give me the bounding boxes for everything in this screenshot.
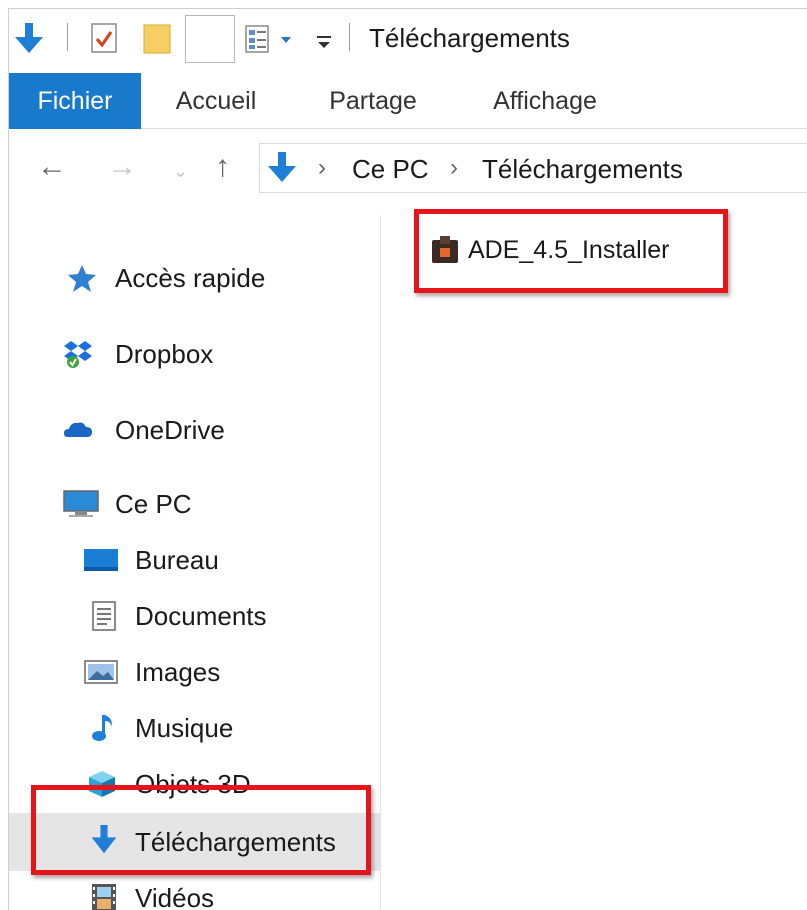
dropbox-icon <box>64 341 92 368</box>
breadcrumb-telechargements[interactable]: Téléchargements <box>482 154 683 185</box>
download-arrow-icon <box>15 23 43 53</box>
address-bar[interactable]: › Ce PC › Téléchargements <box>259 143 807 193</box>
nav-item-images[interactable]: Images <box>9 645 381 701</box>
download-arrow-icon <box>91 825 117 854</box>
tab-fichier[interactable]: Fichier <box>9 73 141 129</box>
cloud-icon <box>64 422 92 437</box>
nav-item-musique[interactable]: Musique <box>9 701 381 757</box>
cube-3d-icon <box>89 771 115 797</box>
nav-item-objets-3d[interactable]: Objets 3D <box>9 757 381 813</box>
forward-arrow-icon[interactable]: → <box>107 147 137 187</box>
nav-item-telechargements[interactable]: Téléchargements <box>9 813 381 871</box>
desktop-folder-icon <box>84 549 118 571</box>
tab-partage[interactable]: Partage <box>301 73 445 129</box>
breadcrumb-separator: › <box>450 154 458 181</box>
customize-toolbar-icon[interactable] <box>315 33 333 51</box>
back-arrow-icon[interactable]: ← <box>37 147 67 187</box>
nav-item-ce-pc[interactable]: Ce PC <box>9 477 381 533</box>
nav-item-acces-rapide[interactable]: Accès rapide <box>9 251 381 307</box>
toolbar-separator <box>349 23 350 51</box>
nav-item-documents[interactable]: Documents <box>9 589 381 645</box>
toolbar-separator <box>67 23 68 51</box>
explorer-window: Téléchargements Fichier Accueil Partage … <box>8 8 807 910</box>
installer-icon <box>432 236 458 263</box>
star-icon <box>68 265 96 292</box>
nav-item-dropbox[interactable]: Dropbox <box>9 327 381 383</box>
documents-icon <box>92 601 116 631</box>
title-bar: Téléchargements <box>9 9 807 73</box>
nav-item-videos[interactable]: Vidéos <box>9 875 381 910</box>
nav-item-onedrive[interactable]: OneDrive <box>9 403 381 459</box>
breadcrumb-ce-pc[interactable]: Ce PC <box>352 154 429 185</box>
download-arrow-icon <box>268 152 296 182</box>
breadcrumb-separator: › <box>318 154 326 181</box>
navigation-pane: Accès rapide Dropbox OneDrive Ce PC Bure… <box>9 215 381 910</box>
navigation-bar: ← → ⌄ ↑ › Ce PC › Téléchargements <box>9 129 807 215</box>
nav-item-bureau[interactable]: Bureau <box>9 533 381 589</box>
properties-icon[interactable] <box>91 23 117 53</box>
view-options-icon[interactable] <box>245 25 275 53</box>
up-arrow-icon[interactable]: ↑ <box>215 147 230 187</box>
film-icon <box>92 884 116 910</box>
tab-accueil[interactable]: Accueil <box>149 73 283 129</box>
new-folder-icon[interactable] <box>143 23 171 55</box>
recent-locations-chevron-icon[interactable]: ⌄ <box>173 151 188 191</box>
ribbon-tabs: Fichier Accueil Partage Affichage <box>9 73 807 129</box>
blank-toolbar-button[interactable] <box>185 15 235 63</box>
tab-affichage[interactable]: Affichage <box>459 73 631 129</box>
pictures-icon <box>84 660 118 684</box>
window-title: Téléchargements <box>369 23 570 53</box>
file-list: ADE_4.5_Installer <box>382 215 807 910</box>
file-name: ADE_4.5_Installer <box>468 236 670 264</box>
computer-icon <box>63 490 99 517</box>
music-note-icon <box>92 715 112 741</box>
chevron-down-icon[interactable] <box>279 35 293 45</box>
